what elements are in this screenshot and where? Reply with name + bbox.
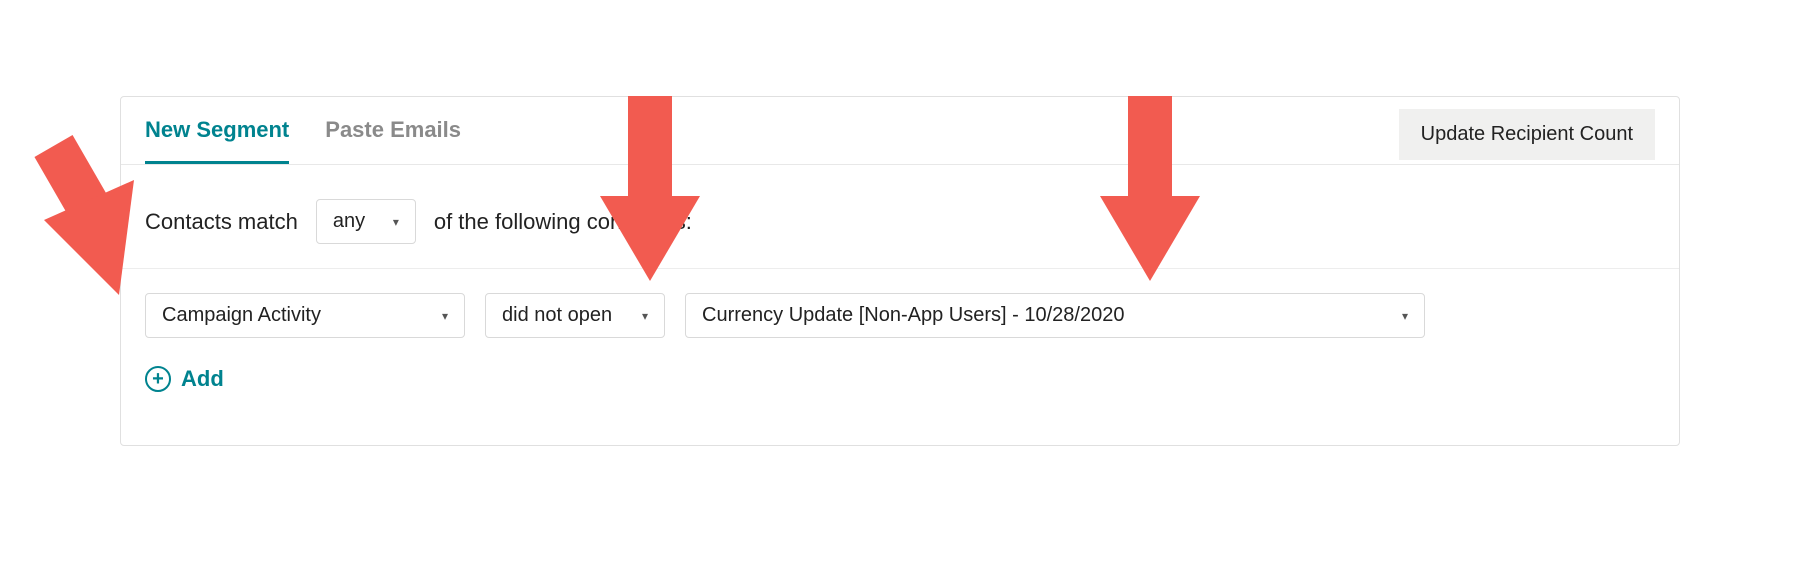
- match-prefix-text: Contacts match: [145, 209, 298, 235]
- match-row: Contacts match any ▾ of the following co…: [121, 165, 1679, 269]
- chevron-down-icon: ▾: [442, 309, 448, 323]
- plus-circle-icon: +: [145, 366, 171, 392]
- match-operator-select[interactable]: any ▾: [316, 199, 416, 244]
- chevron-down-icon: ▾: [642, 309, 648, 323]
- condition-field-select[interactable]: Campaign Activity ▾: [145, 293, 465, 338]
- condition-operator-select[interactable]: did not open ▾: [485, 293, 665, 338]
- condition-value-text: Currency Update [Non-App Users] - 10/28/…: [702, 304, 1124, 327]
- condition-value-select[interactable]: Currency Update [Non-App Users] - 10/28/…: [685, 293, 1425, 338]
- condition-field-value: Campaign Activity: [162, 304, 321, 327]
- match-operator-value: any: [333, 210, 365, 233]
- update-recipient-count-button[interactable]: Update Recipient Count: [1399, 109, 1655, 160]
- chevron-down-icon: ▾: [393, 215, 399, 229]
- add-label: Add: [181, 366, 224, 392]
- tabs-row: New Segment Paste Emails Update Recipien…: [121, 97, 1679, 165]
- match-suffix-text: of the following conditions:: [434, 209, 692, 235]
- segment-panel: New Segment Paste Emails Update Recipien…: [120, 96, 1680, 446]
- add-condition-button[interactable]: + Add: [121, 338, 248, 420]
- condition-row: Campaign Activity ▾ did not open ▾ Curre…: [121, 269, 1679, 338]
- chevron-down-icon: ▾: [1402, 309, 1408, 323]
- tab-new-segment[interactable]: New Segment: [145, 117, 289, 164]
- condition-operator-value: did not open: [502, 304, 612, 327]
- tab-paste-emails[interactable]: Paste Emails: [325, 117, 461, 164]
